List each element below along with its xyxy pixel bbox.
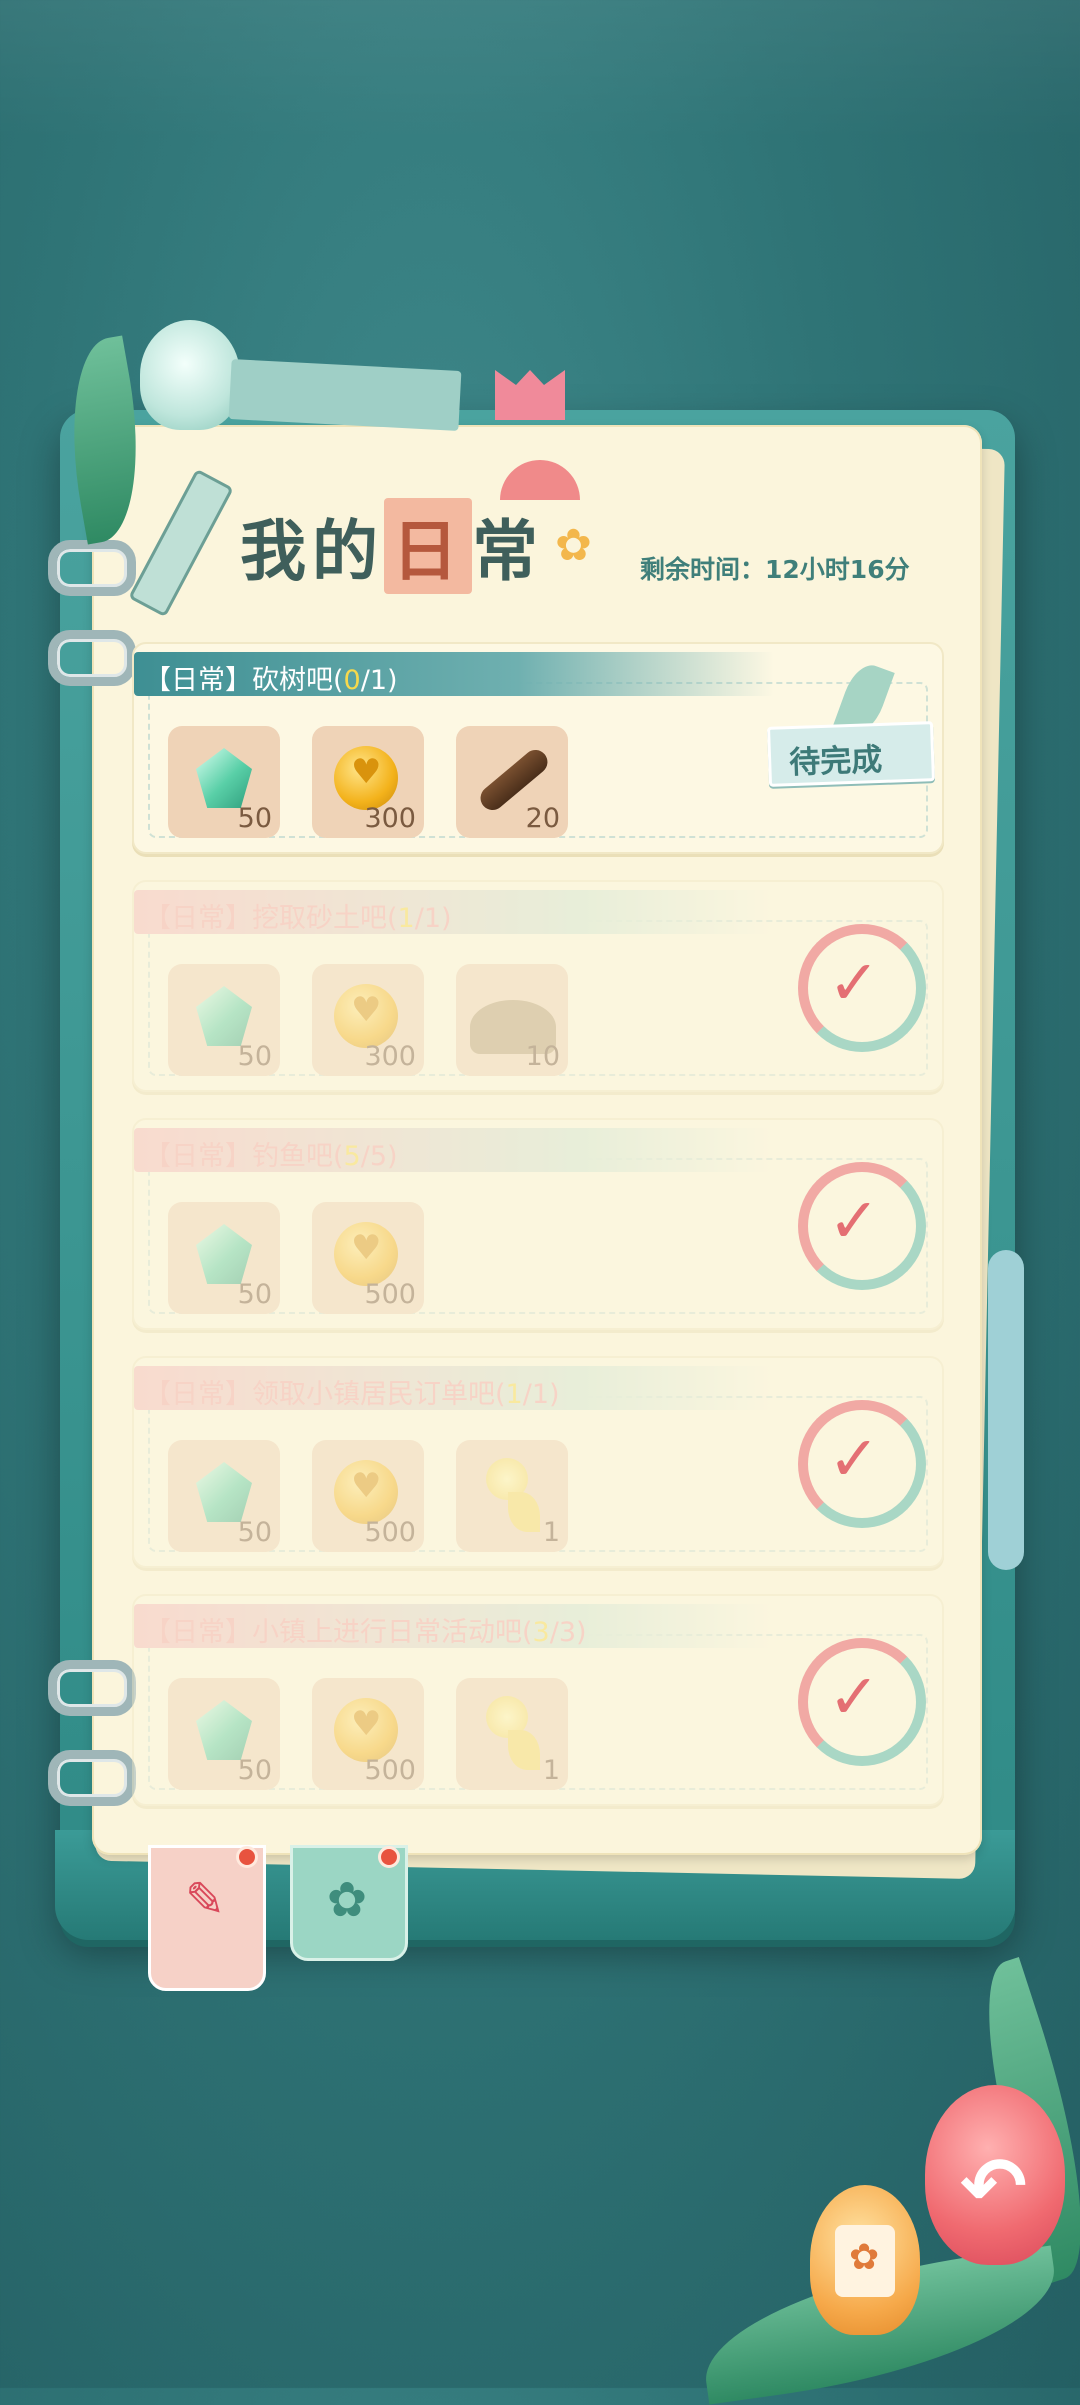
- reward-slot[interactable]: 500: [312, 1678, 424, 1790]
- reward-slot[interactable]: 500: [312, 1202, 424, 1314]
- reward-count: 1: [542, 1517, 560, 1548]
- title-highlight: 日: [384, 498, 472, 594]
- completed-stamp: ✓: [798, 1400, 926, 1528]
- notification-dot: [236, 1846, 258, 1868]
- task-banner: 【日常】领取小镇居民订单吧(1/1): [134, 1366, 774, 1410]
- green-gem-icon: [196, 1700, 252, 1760]
- gold-coin-icon: [334, 1222, 398, 1286]
- task-banner: 【日常】小镇上进行日常活动吧(3/3): [134, 1604, 774, 1648]
- reward-slot[interactable]: 300: [312, 964, 424, 1076]
- reward-slot[interactable]: 20: [456, 726, 568, 838]
- completed-stamp: ✓: [798, 1638, 926, 1766]
- reward-count: 300: [364, 1041, 416, 1072]
- reward-count: 50: [237, 803, 272, 834]
- green-gem-icon: [196, 986, 252, 1046]
- binder-ring: [48, 540, 136, 596]
- top-shade: [0, 0, 1080, 140]
- reward-slot[interactable]: 10: [456, 964, 568, 1076]
- reward-count: 50: [237, 1517, 272, 1548]
- reward-slot[interactable]: 1: [456, 1678, 568, 1790]
- reward-count: 300: [364, 803, 416, 834]
- back-arrow-icon: ↶: [960, 2140, 1028, 2233]
- gold-coin-icon: [334, 1698, 398, 1762]
- task-banner: 【日常】砍树吧(0/1): [134, 652, 774, 696]
- notification-dot: [378, 1846, 400, 1868]
- reward-slot[interactable]: 300: [312, 726, 424, 838]
- ribbon-decoration: [988, 1250, 1024, 1570]
- timer-value: 12小时16分: [765, 555, 910, 584]
- reward-count: 10: [525, 1041, 560, 1072]
- reward-slot[interactable]: 50: [168, 726, 280, 838]
- task-banner: 【日常】钓鱼吧(5/5): [134, 1128, 774, 1172]
- task-banner: 【日常】挖取砂土吧(1/1): [134, 890, 774, 934]
- daily-notes-icon: ✎: [184, 1872, 226, 1928]
- task-title: 【日常】砍树吧(0/1): [144, 665, 398, 696]
- flower-icon: ✿: [326, 1872, 368, 1928]
- checkmark-icon: ✓: [828, 946, 880, 1019]
- page-title: 我的日常: [240, 498, 544, 594]
- reward-slot[interactable]: 50: [168, 1440, 280, 1552]
- title-text: 我的: [240, 512, 384, 590]
- green-gem-icon: [196, 748, 252, 808]
- reward-slot[interactable]: 1: [456, 1440, 568, 1552]
- reward-count: 500: [364, 1279, 416, 1310]
- yellow-flower-icon: [478, 1458, 546, 1532]
- reward-slot[interactable]: 50: [168, 1202, 280, 1314]
- remaining-time: 剩余时间：12小时16分: [640, 550, 910, 586]
- binder-ring: [48, 1750, 136, 1806]
- green-gem-icon: [196, 1224, 252, 1284]
- binder-ring: [48, 630, 136, 686]
- task-card-chop-tree[interactable]: 【日常】砍树吧(0/1) 50 300 20 待完成: [132, 642, 944, 854]
- reward-count: 50: [237, 1041, 272, 1072]
- reward-count: 1: [542, 1755, 560, 1786]
- reward-slot[interactable]: 500: [312, 1440, 424, 1552]
- task-title: 【日常】领取小镇居民订单吧(1/1): [144, 1379, 560, 1410]
- status-label: 待完成: [788, 741, 883, 782]
- reward-count: 20: [525, 803, 560, 834]
- reward-count: 500: [364, 1755, 416, 1786]
- checkmark-icon: ✓: [828, 1422, 880, 1495]
- timer-label: 剩余时间：: [640, 555, 766, 584]
- binder-ring: [48, 1660, 136, 1716]
- reward-count: 500: [364, 1517, 416, 1548]
- photo-tape-decoration: [228, 359, 462, 431]
- green-gem-icon: [196, 1462, 252, 1522]
- gold-coin-icon: [334, 746, 398, 810]
- completed-stamp: ✓: [798, 924, 926, 1052]
- title-text-end: 常: [472, 512, 544, 590]
- reward-slot[interactable]: 50: [168, 964, 280, 1076]
- yellow-flower-icon: [478, 1696, 546, 1770]
- white-tulip-decoration: [140, 320, 240, 430]
- flower-decoration: ✿: [555, 520, 592, 571]
- task-title: 【日常】小镇上进行日常活动吧(3/3): [144, 1617, 587, 1648]
- task-title: 【日常】挖取砂土吧(1/1): [144, 903, 452, 934]
- reward-count: 50: [237, 1755, 272, 1786]
- task-title: 【日常】钓鱼吧(5/5): [144, 1141, 398, 1172]
- reward-slot[interactable]: 50: [168, 1678, 280, 1790]
- flower-card-icon: ✿: [835, 2225, 895, 2297]
- checkmark-icon: ✓: [828, 1184, 880, 1257]
- checkmark-icon: ✓: [828, 1660, 880, 1733]
- reward-count: 50: [237, 1279, 272, 1310]
- bow-decoration: [495, 370, 565, 420]
- gold-coin-icon: [334, 1460, 398, 1524]
- pending-status-button[interactable]: 待完成: [767, 721, 935, 787]
- gold-coin-icon: [334, 984, 398, 1048]
- completed-stamp: ✓: [798, 1162, 926, 1290]
